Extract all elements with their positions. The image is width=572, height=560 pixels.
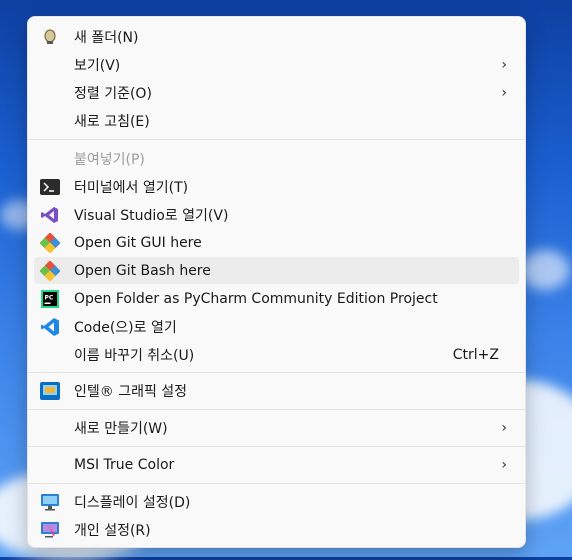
pycharm-icon: PC [40, 289, 60, 309]
menu-item-label: Open Git Bash here [74, 262, 211, 279]
menu-item-label: Open Git GUI here [74, 234, 202, 251]
menu-item-msi-true-color[interactable]: MSI True Color › [34, 451, 519, 478]
menu-item-personalize[interactable]: 개인 설정(R) [34, 516, 519, 543]
git-gui-icon [40, 232, 60, 253]
intel-graphics-icon [40, 381, 60, 401]
menu-item-label: 보기(V) [74, 57, 121, 74]
menu-item-view[interactable]: 보기(V) › [34, 51, 519, 78]
menu-item-intel-graphics[interactable]: 인텔® 그래픽 설정 [34, 377, 519, 404]
personalize-icon [40, 520, 60, 540]
menu-item-open-terminal[interactable]: 터미널에서 열기(T) [34, 173, 519, 200]
menu-item-paste: 붙여넣기(P) [34, 145, 519, 172]
chevron-right-icon: › [501, 419, 507, 436]
menu-item-open-pycharm[interactable]: PC Open Folder as PyCharm Community Edit… [34, 285, 519, 312]
separator [28, 139, 525, 140]
cloud [520, 250, 570, 290]
menu-item-label: 디스플레이 설정(D) [74, 494, 191, 511]
menu-item-git-gui[interactable]: Open Git GUI here [34, 229, 519, 256]
menu-item-label: 새로 고침(E) [74, 113, 150, 130]
paint-bucket-icon [40, 27, 60, 47]
menu-item-label: Visual Studio로 열기(V) [74, 207, 229, 224]
vscode-icon [40, 317, 60, 337]
menu-item-refresh[interactable]: 새로 고침(E) [34, 107, 519, 134]
menu-item-git-bash[interactable]: Open Git Bash here [34, 257, 519, 284]
menu-item-label: 새 폴더(N) [74, 29, 139, 46]
menu-item-label: 개인 설정(R) [74, 522, 151, 539]
menu-item-display-settings[interactable]: 디스플레이 설정(D) [34, 488, 519, 515]
chevron-right-icon: › [501, 84, 507, 101]
visual-studio-icon [40, 205, 60, 225]
menu-item-label: 터미널에서 열기(T) [74, 179, 189, 196]
context-menu: 새 폴더(N) 보기(V) › 정렬 기준(O) › 새로 고침(E) 붙여넣기… [27, 16, 526, 548]
display-icon [40, 492, 60, 512]
menu-item-label: Code(으)로 열기 [74, 319, 177, 336]
menu-item-label: MSI True Color [74, 456, 175, 473]
menu-item-sort-by[interactable]: 정렬 기준(O) › [34, 79, 519, 106]
terminal-icon [40, 177, 60, 197]
menu-item-label: 새로 만들기(W) [74, 420, 168, 437]
separator [28, 483, 525, 484]
menu-item-open-vscode[interactable]: Code(으)로 열기 [34, 313, 519, 340]
chevron-right-icon: › [501, 56, 507, 73]
separator [28, 409, 525, 410]
chevron-right-icon: › [501, 456, 507, 473]
menu-item-undo-rename[interactable]: 이름 바꾸기 취소(U) Ctrl+Z [34, 341, 519, 368]
svg-text:PC: PC [45, 294, 54, 301]
menu-item-new[interactable]: 새로 만들기(W) › [34, 414, 519, 441]
menu-item-label: 붙여넣기(P) [74, 151, 145, 168]
menu-item-open-visual-studio[interactable]: Visual Studio로 열기(V) [34, 201, 519, 228]
menu-item-label: 정렬 기준(O) [74, 85, 152, 102]
separator [28, 446, 525, 447]
shortcut-label: Ctrl+Z [452, 346, 499, 363]
menu-item-label: Open Folder as PyCharm Community Edition… [74, 290, 438, 307]
separator [28, 372, 525, 373]
menu-item-new-folder[interactable]: 새 폴더(N) [34, 23, 519, 50]
menu-item-label: 이름 바꾸기 취소(U) [74, 347, 195, 364]
menu-item-label: 인텔® 그래픽 설정 [74, 383, 188, 400]
git-bash-icon [40, 260, 60, 281]
